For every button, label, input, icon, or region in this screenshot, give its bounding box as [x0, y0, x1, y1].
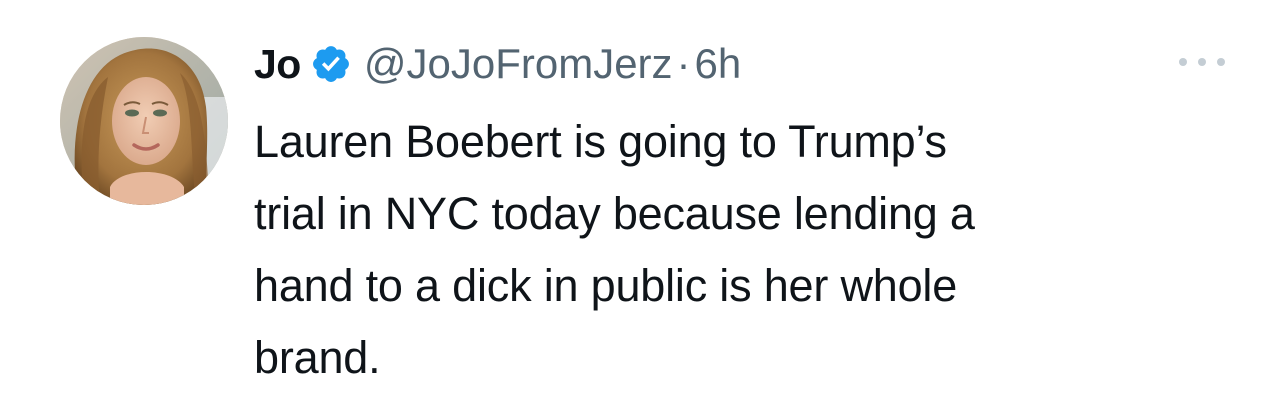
tweet-text-line: hand to a dick in public is her whole [254, 260, 958, 311]
tweet-text: Lauren Boebert is going to Trump’s trial… [254, 106, 1214, 394]
tweet-text-line: trial in NYC today because lending a [254, 188, 975, 239]
header-separator: · [676, 40, 691, 87]
tweet-header: Jo @JoJoFromJerz · 6h [254, 34, 741, 94]
more-dot [1198, 58, 1206, 66]
author-handle[interactable]: @JoJoFromJerz [364, 40, 673, 88]
tweet-card[interactable]: Jo @JoJoFromJerz · 6h Lauren Boebert is … [0, 0, 1283, 419]
verified-badge-icon[interactable] [310, 43, 352, 85]
tweet-text-line: Lauren Boebert is going to Trump’s [254, 116, 947, 167]
tweet-text-line: brand. [254, 332, 381, 383]
author-display-name[interactable]: Jo [254, 41, 301, 88]
avatar-image [60, 37, 228, 205]
avatar[interactable] [60, 37, 228, 205]
tweet-timestamp[interactable]: 6h [695, 40, 742, 88]
more-dot [1179, 58, 1187, 66]
more-dot [1217, 58, 1225, 66]
more-options-icon[interactable] [1179, 52, 1225, 72]
